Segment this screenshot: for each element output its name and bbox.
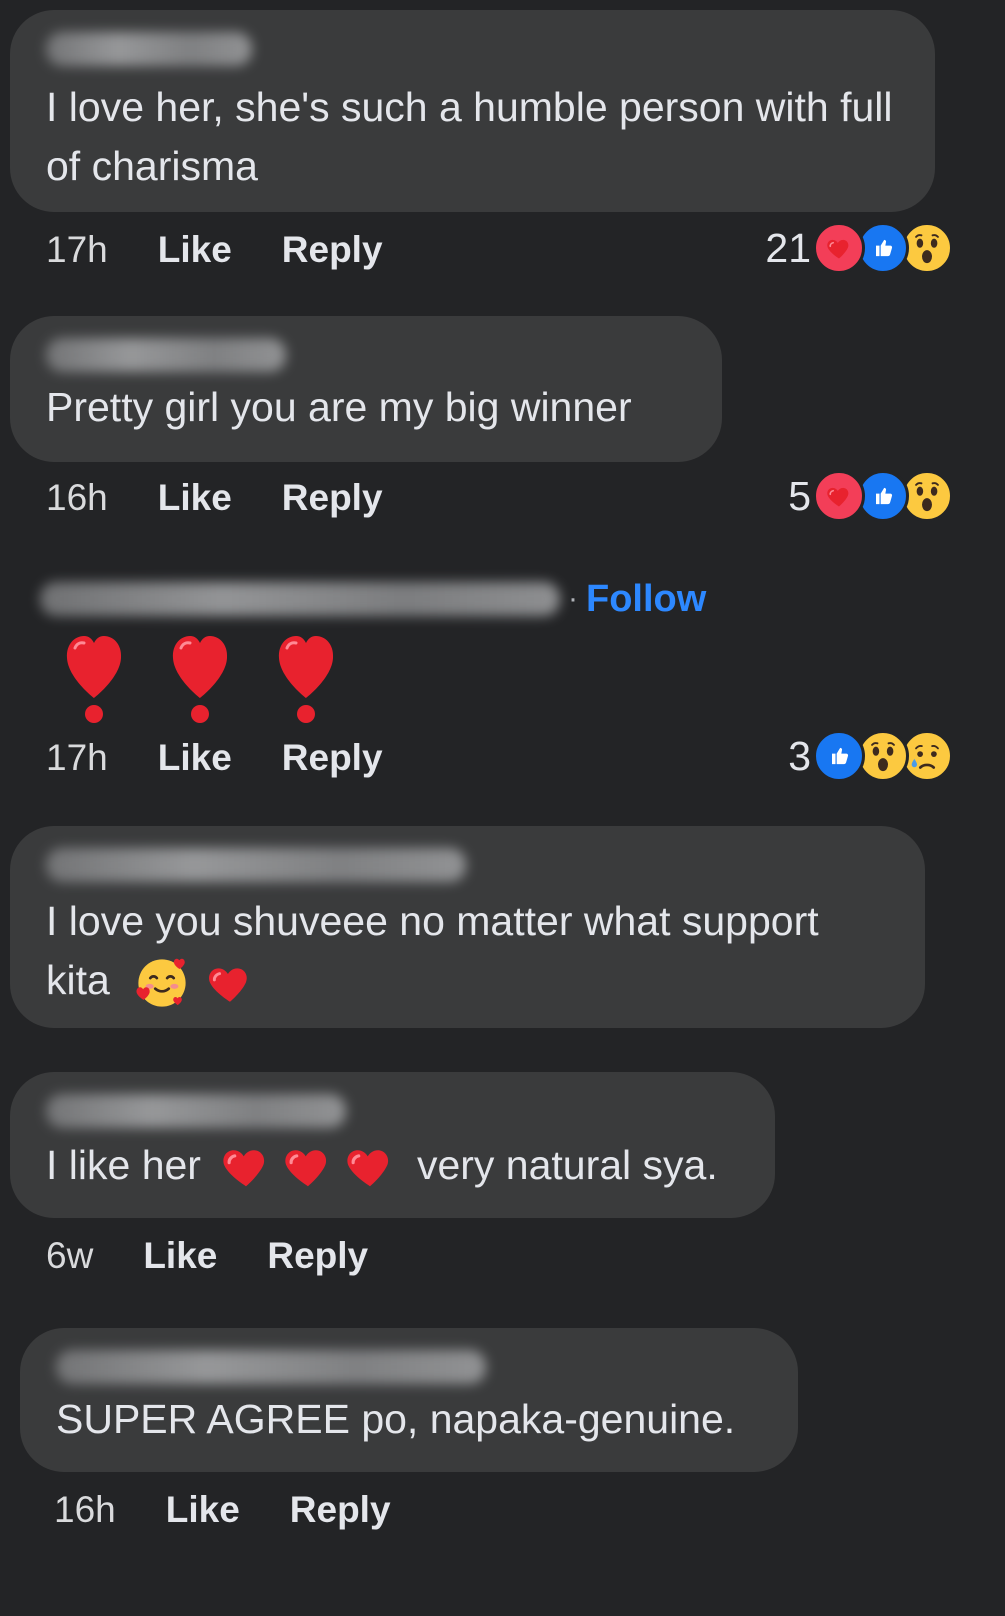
like-button[interactable]: Like [158, 477, 232, 519]
emoji-row [64, 632, 382, 724]
separator-dot: · [568, 582, 578, 615]
like-button[interactable]: Like [143, 1235, 217, 1277]
reply-button[interactable]: Reply [282, 229, 383, 271]
author-line: · Follow [40, 576, 706, 622]
comment-text: I love you shuveee no matter what suppor… [46, 892, 889, 1010]
reaction-summary[interactable]: 5 [788, 470, 953, 522]
comment-bubble: SUPER AGREE po, napaka-genuine. [20, 1328, 798, 1472]
author-name-blurred[interactable] [46, 848, 466, 882]
author-name-blurred[interactable] [40, 582, 560, 616]
comment-time[interactable]: 17h [46, 229, 108, 271]
reply-button[interactable]: Reply [267, 1235, 368, 1277]
author-name-blurred[interactable] [46, 338, 286, 372]
comment-time[interactable]: 16h [54, 1489, 116, 1531]
reaction-count: 5 [788, 472, 811, 519]
reaction-summary[interactable]: 3 [788, 730, 953, 782]
reply-button[interactable]: Reply [290, 1489, 391, 1531]
author-name-blurred[interactable] [46, 1094, 346, 1128]
comment-bubble: I like her very natural sya. [10, 1072, 775, 1218]
love-reaction-icon [813, 222, 865, 274]
author-name-blurred[interactable] [46, 32, 252, 66]
comment-time[interactable]: 16h [46, 477, 108, 519]
comment-bubble: Pretty girl you are my big winner [10, 316, 722, 462]
red-heart-icon [343, 1139, 397, 1193]
heavy-exclamation-heart-icon [64, 632, 124, 724]
heavy-exclamation-heart-icon [170, 632, 230, 724]
comment-actions: 16h Like Reply [46, 472, 433, 524]
love-reaction-icon [813, 470, 865, 522]
reply-button[interactable]: Reply [282, 737, 383, 779]
comment-text-line: kita [46, 951, 889, 1010]
comment-actions: 16h Like Reply [54, 1484, 441, 1536]
red-heart-icon [281, 1139, 335, 1193]
comment-bubble: I love you shuveee no matter what suppor… [10, 826, 925, 1028]
heavy-exclamation-heart-icon [276, 632, 336, 724]
like-button[interactable]: Like [166, 1489, 240, 1531]
comment-actions: 6w Like Reply [46, 1230, 418, 1282]
comment-text-fragment: I like her [46, 1142, 201, 1188]
red-heart-icon [219, 1139, 273, 1193]
comment-actions: 17h Like Reply [46, 732, 433, 784]
author-name-blurred[interactable] [56, 1350, 486, 1384]
comment-actions: 17h Like Reply [46, 224, 433, 276]
comment-text-line: I love you shuveee no matter what suppor… [46, 898, 819, 944]
comment-text: I love her, she's such a humble person w… [46, 84, 893, 189]
like-button[interactable]: Like [158, 229, 232, 271]
follow-button[interactable]: Follow [586, 578, 706, 621]
like-button[interactable]: Like [158, 737, 232, 779]
like-reaction-icon [813, 730, 865, 782]
reply-button[interactable]: Reply [282, 477, 383, 519]
comment-time[interactable]: 17h [46, 737, 108, 779]
reaction-summary[interactable]: 21 [765, 222, 953, 274]
comment-text-fragment: very natural sya. [416, 1142, 718, 1188]
comment-text: I like her very natural sya. [46, 1136, 739, 1195]
red-heart-icon [205, 958, 255, 1008]
comment-time[interactable]: 6w [46, 1235, 93, 1277]
comment-text: SUPER AGREE po, napaka-genuine. [56, 1396, 736, 1442]
reaction-count: 3 [788, 732, 811, 779]
reaction-count: 21 [765, 224, 811, 271]
comment-text: Pretty girl you are my big winner [46, 384, 632, 430]
smiling-face-with-hearts-icon [135, 956, 189, 1010]
comment-text-fragment: kita [46, 957, 110, 1003]
comment-bubble: I love her, she's such a humble person w… [10, 10, 935, 212]
